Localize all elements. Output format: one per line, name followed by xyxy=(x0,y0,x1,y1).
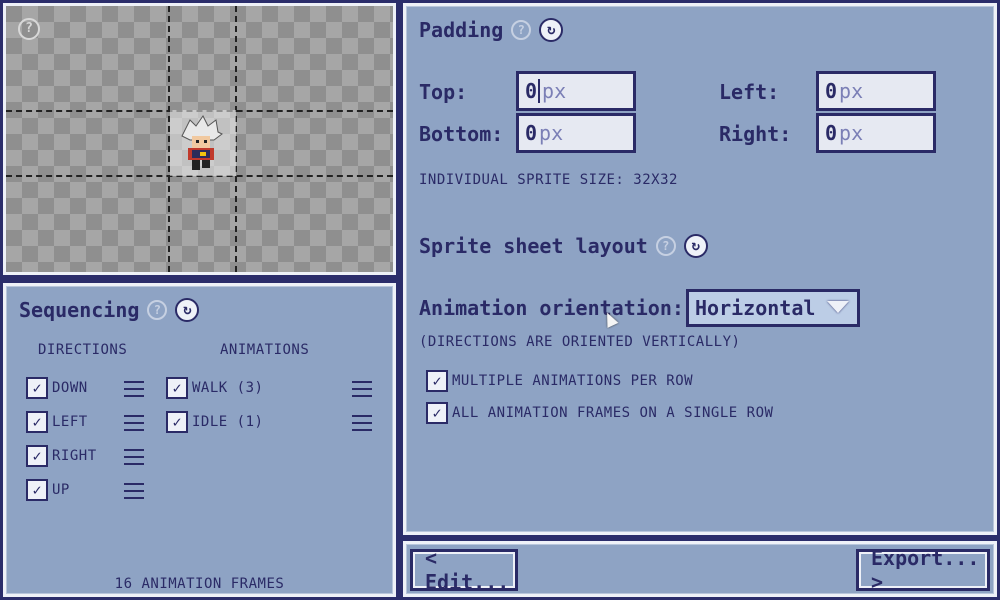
sequencing-help-icon[interactable]: ? xyxy=(147,300,168,320)
option-label: MULTIPLE ANIMATIONS PER ROW xyxy=(452,373,694,389)
edit-button[interactable]: < Edit... xyxy=(410,546,518,594)
checkbox-checked-icon[interactable]: ✓ xyxy=(426,402,448,424)
direction-item-up[interactable]: ✓ UP xyxy=(26,479,70,501)
text-caret xyxy=(538,79,541,103)
padding-title: Padding xyxy=(419,18,504,42)
layout-title: Sprite sheet layout xyxy=(419,234,648,258)
orientation-label: Animation orientation: xyxy=(419,296,684,320)
padding-bottom-label: Bottom: xyxy=(419,122,504,146)
chevron-down-icon xyxy=(827,301,849,313)
orientation-dropdown[interactable]: Horizontal xyxy=(686,289,860,327)
animation-label: IDLE (1) xyxy=(192,414,264,430)
settings-panel: Padding ? ↻ Top: 0 px Bottom: 0 px Left:… xyxy=(403,3,997,535)
sequencing-header: Sequencing ? ↻ xyxy=(19,298,200,322)
character-sprite xyxy=(181,115,223,170)
checkbox-checked-icon[interactable]: ✓ xyxy=(166,411,188,433)
layout-reset-icon[interactable]: ↻ xyxy=(683,234,708,258)
sequencing-title: Sequencing xyxy=(19,298,140,322)
animation-item-idle[interactable]: ✓ IDLE (1) xyxy=(166,411,263,433)
option-single-row[interactable]: ✓ ALL ANIMATION FRAMES ON A SINGLE ROW xyxy=(426,402,773,424)
sequencing-panel: Sequencing ? ↻ DIRECTIONS ANIMATIONS ✓ D… xyxy=(3,283,396,597)
layout-help-icon[interactable]: ? xyxy=(655,236,676,256)
drag-handle-icon[interactable] xyxy=(352,381,372,397)
checkbox-checked-icon[interactable]: ✓ xyxy=(426,370,448,392)
field-value: 0 xyxy=(525,79,538,103)
sprite-frame xyxy=(170,110,236,176)
animation-item-walk[interactable]: ✓ WALK (3) xyxy=(166,377,263,399)
field-unit: px xyxy=(542,79,567,103)
direction-item-left[interactable]: ✓ LEFT xyxy=(26,411,88,433)
option-multiple-animations[interactable]: ✓ MULTIPLE ANIMATIONS PER ROW xyxy=(426,370,693,392)
drag-handle-icon[interactable] xyxy=(124,415,144,431)
padding-help-icon[interactable]: ? xyxy=(511,20,532,40)
drag-handle-icon[interactable] xyxy=(352,415,372,431)
export-button[interactable]: Export... > xyxy=(856,546,990,594)
preview-help-icon[interactable]: ? xyxy=(18,18,40,40)
drag-handle-icon[interactable] xyxy=(124,449,144,465)
field-unit: px xyxy=(839,121,864,145)
checkbox-checked-icon[interactable]: ✓ xyxy=(26,411,48,433)
frame-count: 16 ANIMATION FRAMES xyxy=(114,576,285,592)
drag-handle-icon[interactable] xyxy=(124,381,144,397)
field-value: 0 xyxy=(825,79,838,103)
drag-handle-icon[interactable] xyxy=(124,483,144,499)
padding-left-label: Left: xyxy=(719,80,780,104)
direction-label: LEFT xyxy=(52,414,88,430)
padding-reset-icon[interactable]: ↻ xyxy=(539,18,564,42)
orientation-note: (DIRECTIONS ARE ORIENTED VERTICALLY) xyxy=(419,334,741,350)
footer-bar: < Edit... Export... > xyxy=(403,541,997,597)
animation-label: WALK (3) xyxy=(192,380,264,396)
padding-header: Padding ? ↻ xyxy=(419,18,564,42)
padding-bottom-field[interactable]: 0 px xyxy=(516,113,636,153)
directions-header: DIRECTIONS xyxy=(38,342,128,358)
field-unit: px xyxy=(539,121,564,145)
orientation-value: Horizontal xyxy=(695,296,816,320)
field-value: 0 xyxy=(525,121,538,145)
checkbox-checked-icon[interactable]: ✓ xyxy=(26,479,48,501)
padding-top-field[interactable]: 0 px xyxy=(516,71,636,111)
direction-label: DOWN xyxy=(52,380,88,396)
direction-item-right[interactable]: ✓ RIGHT xyxy=(26,445,97,467)
padding-right-field[interactable]: 0 px xyxy=(816,113,936,153)
padding-left-field[interactable]: 0 px xyxy=(816,71,936,111)
padding-top-label: Top: xyxy=(419,80,468,104)
sprite-preview-panel: ? xyxy=(3,3,396,275)
layout-header: Sprite sheet layout ? ↻ xyxy=(419,234,708,258)
direction-label: UP xyxy=(52,482,70,498)
sprite-size-info: INDIVIDUAL SPRITE SIZE: 32X32 xyxy=(419,172,678,188)
option-label: ALL ANIMATION FRAMES ON A SINGLE ROW xyxy=(452,405,774,421)
direction-label: RIGHT xyxy=(52,448,97,464)
field-unit: px xyxy=(839,79,864,103)
checkbox-checked-icon[interactable]: ✓ xyxy=(26,377,48,399)
direction-item-down[interactable]: ✓ DOWN xyxy=(26,377,88,399)
checkbox-checked-icon[interactable]: ✓ xyxy=(166,377,188,399)
checkbox-checked-icon[interactable]: ✓ xyxy=(26,445,48,467)
sequencing-reset-icon[interactable]: ↻ xyxy=(175,298,200,322)
padding-right-label: Right: xyxy=(719,122,792,146)
animations-header: ANIMATIONS xyxy=(220,342,310,358)
field-value: 0 xyxy=(825,121,838,145)
